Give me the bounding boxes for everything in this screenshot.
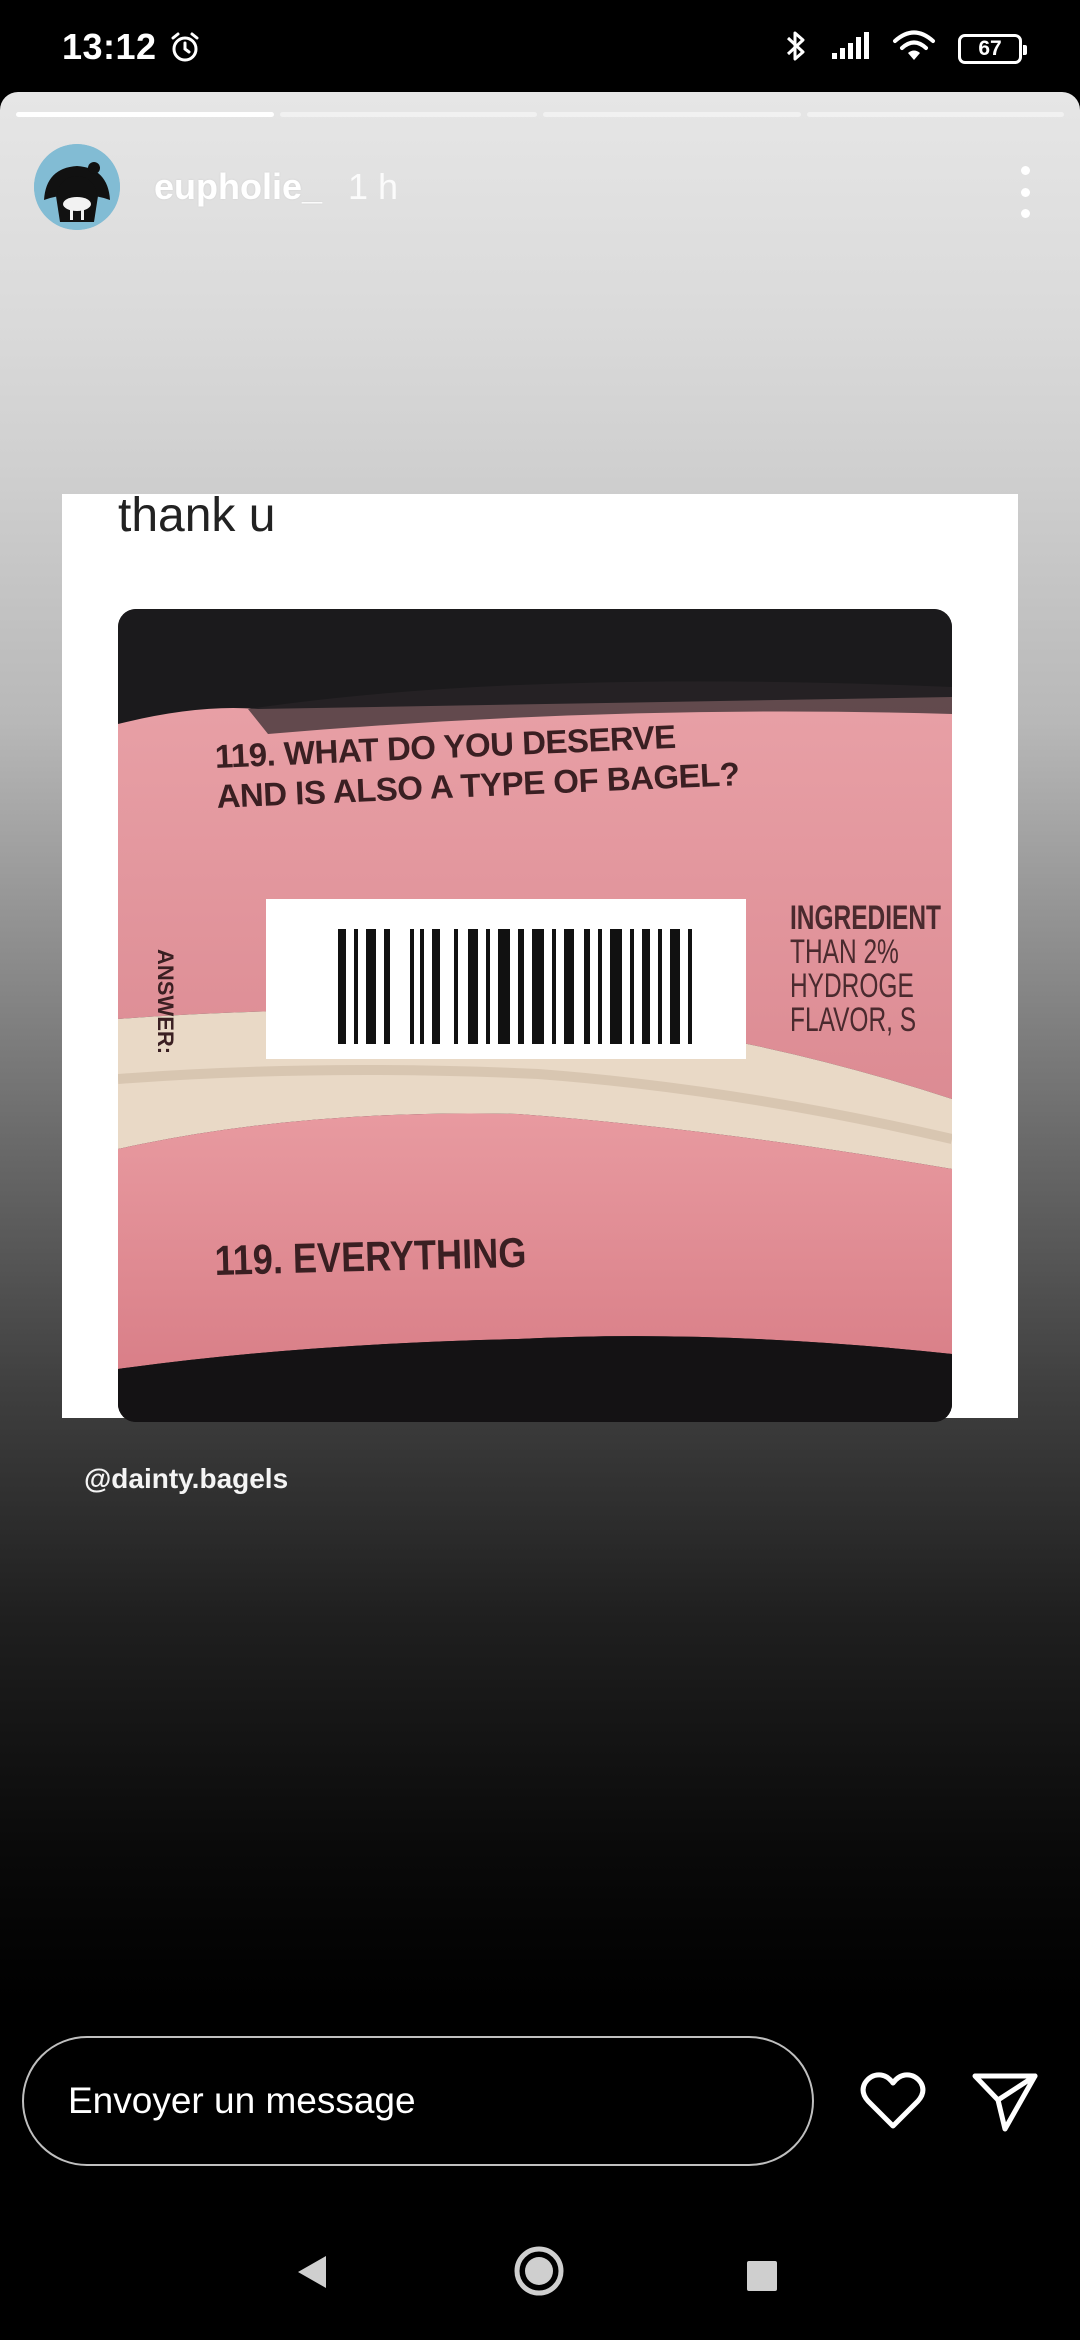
status-icons: 67 — [784, 28, 1027, 69]
recents-icon[interactable] — [744, 2258, 780, 2299]
story-time: 1 h — [348, 166, 399, 207]
battery-icon: 67 — [958, 33, 1027, 64]
signal-icon — [830, 31, 870, 66]
ingredients-text: INGREDIENT THAN 2% HYDROGE FLAVOR, S — [790, 901, 941, 1037]
alarm-icon — [168, 30, 202, 69]
screen: 13:12 67 eupholie_ 1 h thank u 119. WHAT… — [0, 0, 1080, 2340]
bagel-wrapper-photo: 119. WHAT DO YOU DESERVE AND IS ALSO A T… — [118, 609, 952, 1422]
wrapper-answer: 119. EVERYTHING — [214, 1228, 527, 1284]
progress-segment — [543, 112, 801, 117]
back-icon[interactable] — [292, 2252, 332, 2297]
progress-segment — [16, 112, 274, 117]
ingredients-line-3: HYDROGE — [790, 967, 914, 1005]
ingredients-line-4: FLAVOR, S — [790, 1001, 917, 1039]
progress-segment — [806, 112, 1064, 117]
mention-sticker[interactable]: @dainty.bagels — [84, 1463, 288, 1495]
post-caption: thank u — [118, 489, 276, 542]
story-header: eupholie_ 1 h — [34, 144, 398, 230]
bluetooth-icon — [784, 28, 808, 69]
heart-icon[interactable] — [858, 2066, 928, 2136]
status-time: 13:12 — [62, 26, 157, 67]
message-placeholder: Envoyer un message — [68, 2080, 416, 2121]
send-icon[interactable] — [970, 2066, 1040, 2136]
story-post-image: thank u 119. WHAT DO YOU DESERVE AND IS … — [62, 489, 1018, 1422]
ingredients-line-1: INGREDIENT — [790, 899, 941, 937]
progress-fill — [16, 112, 274, 117]
username[interactable]: eupholie_ — [154, 166, 322, 208]
wifi-icon — [892, 30, 936, 67]
message-input[interactable]: Envoyer un message — [22, 2036, 814, 2166]
more-vertical-icon[interactable] — [1010, 162, 1040, 222]
menu-dot — [1020, 166, 1030, 175]
home-icon[interactable] — [512, 2244, 566, 2303]
answer-side-label: ANSWER: — [153, 949, 178, 1055]
story-progress — [16, 112, 1064, 117]
menu-dot — [1020, 209, 1030, 218]
menu-dot — [1020, 187, 1030, 197]
avatar[interactable] — [34, 144, 120, 230]
status-bar: 13:12 67 — [0, 0, 1080, 96]
progress-segment — [279, 112, 537, 117]
ingredients-line-2: THAN 2% — [790, 933, 899, 971]
system-nav-bar — [0, 2200, 1080, 2340]
